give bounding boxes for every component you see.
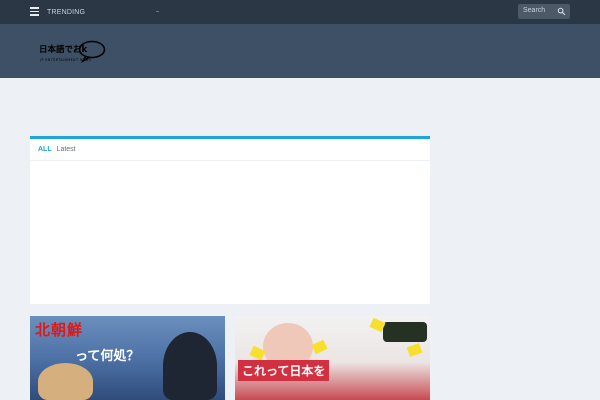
yellow-arrow-icon bbox=[406, 343, 423, 357]
menu-line bbox=[30, 14, 39, 16]
person-image-left bbox=[38, 363, 93, 400]
top-navigation-bar: TRENDING Search bbox=[0, 0, 600, 24]
panel-tabs: ALL Latest bbox=[38, 146, 76, 153]
tab-all[interactable]: ALL bbox=[38, 146, 52, 153]
menu-line bbox=[30, 7, 39, 9]
thumbnail-title-white: って何処？ bbox=[75, 348, 140, 363]
search-icon[interactable] bbox=[557, 7, 566, 16]
site-logo[interactable]: 日本語でおk JP ENTERTAINMENT NEWS bbox=[37, 39, 107, 65]
thumbnail-title-overlay: これって日本を bbox=[238, 360, 330, 381]
sushi-image bbox=[383, 322, 427, 342]
panel-divider bbox=[30, 160, 430, 161]
thumbnail-title-red: 北朝鮮 bbox=[35, 322, 84, 339]
hamburger-menu-icon[interactable] bbox=[30, 7, 39, 16]
logo-subtitle: JP ENTERTAINMENT NEWS bbox=[39, 58, 92, 62]
latest-posts-panel: ALL Latest bbox=[30, 136, 430, 304]
person-image-right bbox=[163, 332, 217, 400]
tab-latest[interactable]: Latest bbox=[57, 146, 76, 153]
search-input[interactable]: Search bbox=[523, 7, 545, 14]
trending-label: TRENDING bbox=[47, 9, 86, 16]
article-thumbnail-north-korea[interactable]: 北朝鮮 って何処？ bbox=[30, 316, 225, 400]
article-thumbnail-japan[interactable]: これって日本を bbox=[235, 316, 430, 400]
site-header: 日本語でおk JP ENTERTAINMENT NEWS bbox=[0, 24, 600, 78]
search-box[interactable]: Search bbox=[518, 4, 570, 19]
menu-line bbox=[30, 10, 39, 12]
trending-separator bbox=[156, 11, 159, 12]
yellow-arrow-icon bbox=[311, 339, 328, 355]
